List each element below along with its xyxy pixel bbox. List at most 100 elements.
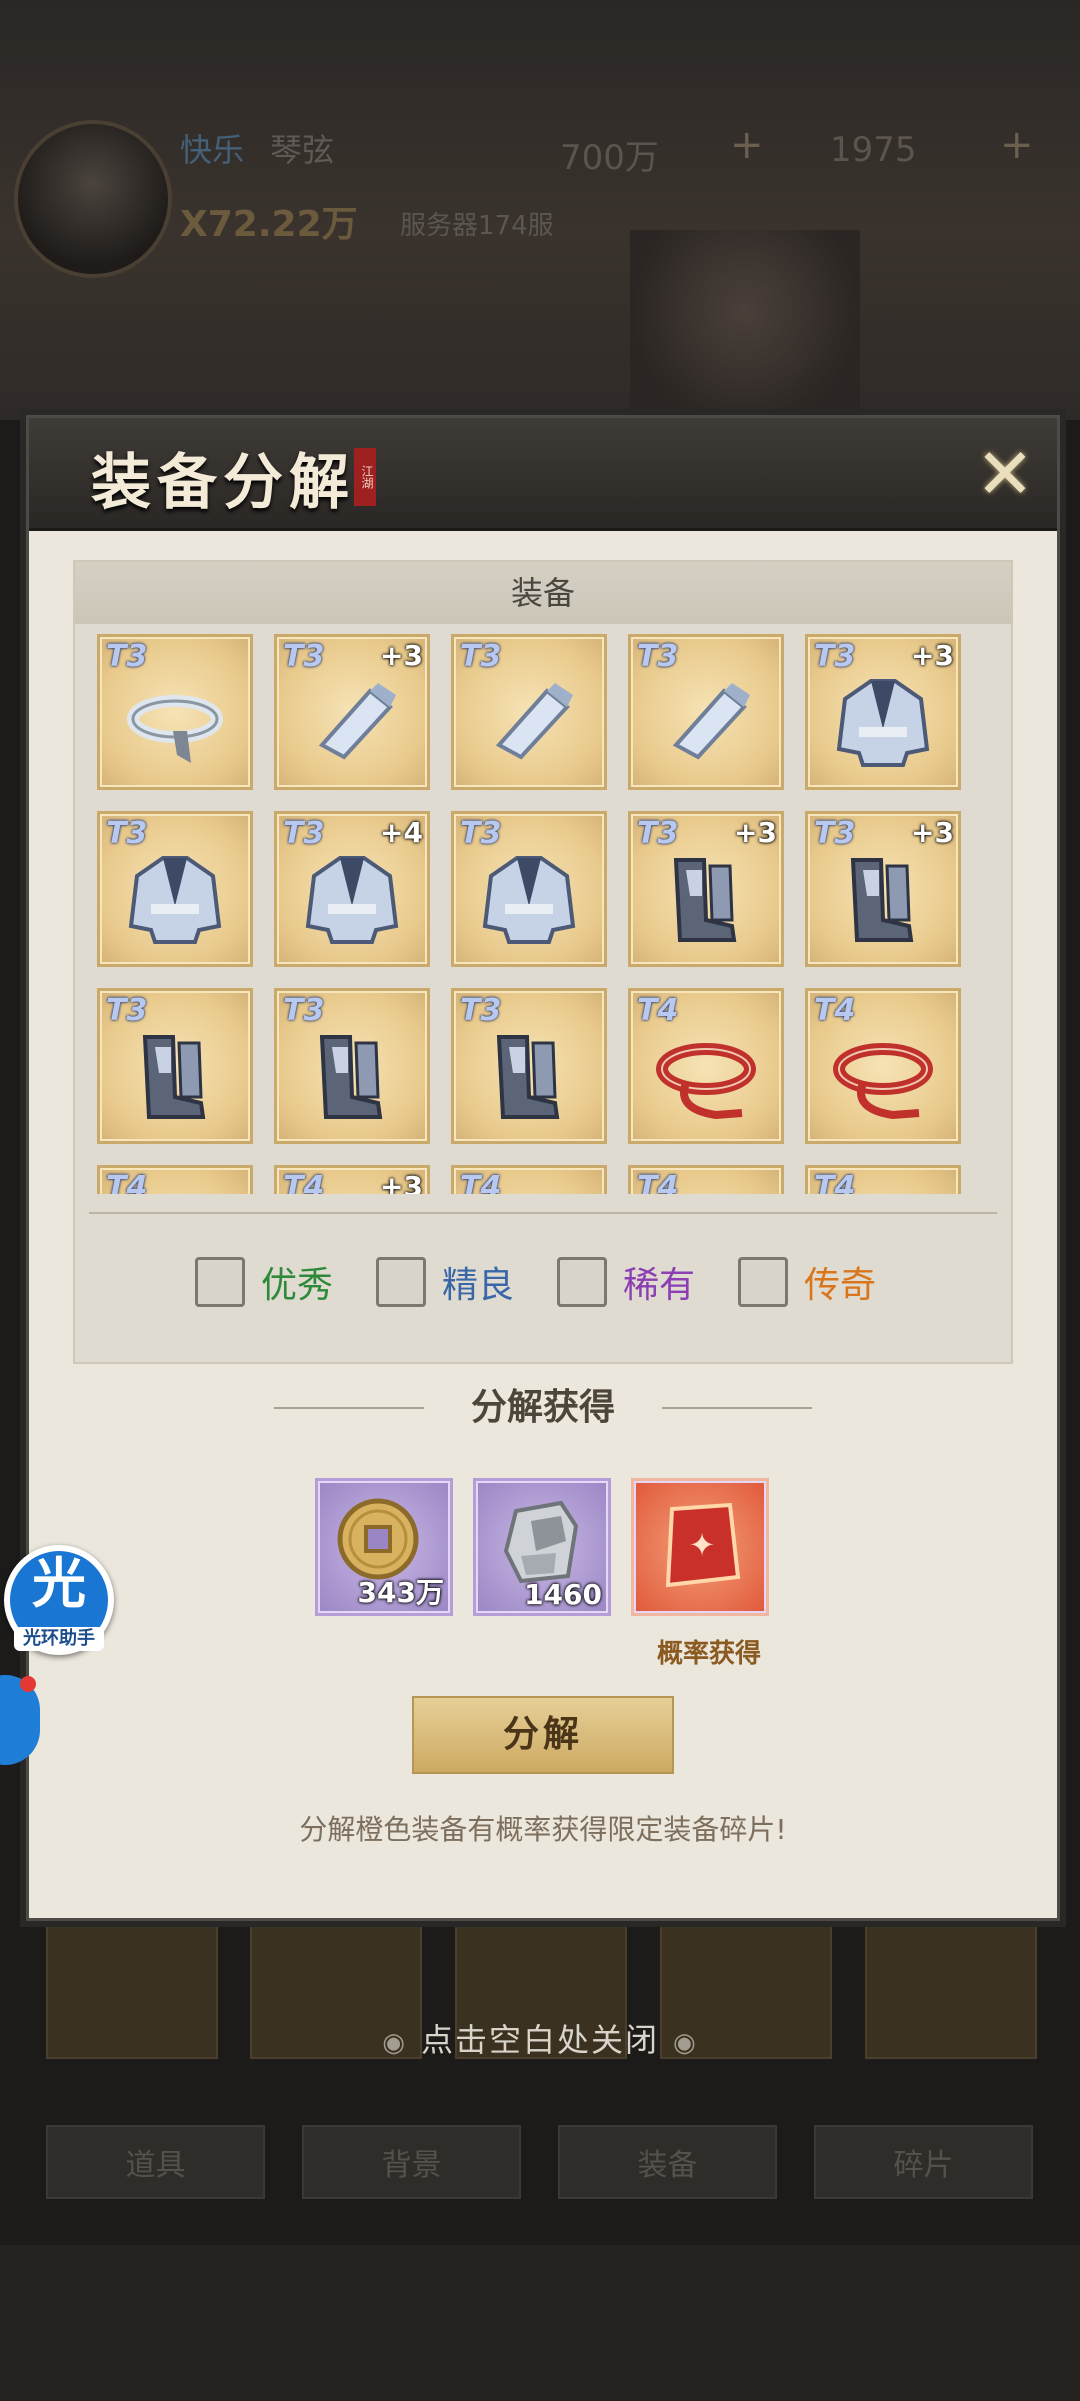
coin-amount: 700万 (560, 138, 659, 178)
equipment-slot[interactable]: T4 (805, 988, 961, 1144)
player-avatar (14, 120, 172, 278)
enhance-level: +4 (380, 816, 423, 849)
equipment-slot[interactable]: T3 (97, 634, 253, 790)
filter-rare[interactable]: 稀有 (557, 1257, 695, 1307)
tier-label: T3 (814, 639, 856, 674)
tier-label: T3 (460, 639, 502, 674)
filter-label: 传奇 (804, 1265, 877, 1306)
helper-label: 光环助手 (14, 1627, 104, 1651)
equipment-slot[interactable]: T4 (451, 1165, 607, 1194)
bg-tab-background: 背景 (302, 2125, 521, 2199)
tier-label: T4 (283, 1170, 325, 1194)
checkbox[interactable] (738, 1257, 788, 1307)
notification-dot (20, 1676, 36, 1692)
tier-label: T3 (283, 816, 325, 851)
boots-icon (142, 1035, 206, 1119)
equipment-slot[interactable]: T3 +4 (274, 811, 430, 967)
close-button[interactable]: ✕ (969, 438, 1041, 510)
equipment-slot[interactable]: T3 +3 (274, 634, 430, 790)
player-power: X72.22万 (180, 204, 358, 245)
equipment-slot[interactable]: T3 (451, 811, 607, 967)
filter-label: 精良 (442, 1265, 515, 1306)
robe-icon (482, 856, 576, 944)
dialog-title: 装备分解 (91, 448, 355, 518)
reward-qty: 1460 (524, 1578, 602, 1611)
enhance-level: +3 (380, 639, 423, 672)
equipment-slot[interactable]: T3 (628, 634, 784, 790)
equipment-slot[interactable]: T4 (805, 1165, 961, 1194)
robe-icon (305, 856, 399, 944)
equipment-slot[interactable]: T3 +3 (805, 811, 961, 967)
tier-label: T4 (814, 993, 856, 1028)
tier-label: T4 (637, 1170, 679, 1194)
tier-label: T4 (460, 1170, 502, 1194)
reward-iron-ore[interactable]: 1460 (473, 1478, 611, 1616)
checkbox[interactable] (195, 1257, 245, 1307)
tier-label: T3 (106, 639, 148, 674)
chance-label: 概率获得 (656, 1639, 761, 1669)
add-gem-icon: + (1000, 122, 1034, 168)
reward-fragment[interactable]: ✦ (631, 1478, 769, 1616)
tier-label: T3 (637, 639, 679, 674)
helper-float-button[interactable]: 光 光环助手 (4, 1545, 114, 1655)
bg-tab-items: 道具 (46, 2125, 265, 2199)
tier-label: T3 (283, 993, 325, 1028)
tier-label: T3 (460, 816, 502, 851)
bracer-icon (495, 683, 573, 760)
enhance-level: +3 (911, 639, 954, 672)
gem-amount: 1975 (830, 130, 917, 170)
equipment-slot[interactable]: T3 (97, 988, 253, 1144)
player-name: 琴弦 (270, 131, 335, 169)
reward-qty: 343万 (357, 1576, 444, 1609)
equipment-grid[interactable]: T3 T3 +3 T3 T3 T3 +3 T3 T3 +4 T3 T3 +3 T3 +3 T3 T3 T3 T4 T4… (75, 624, 1011, 1194)
tier-label: T4 (814, 1170, 856, 1194)
tier-label: T3 (106, 993, 148, 1028)
equipment-slot[interactable]: T4 +3 (274, 1165, 430, 1194)
equipment-slot[interactable]: T3 (451, 634, 607, 790)
equipment-panel: 装备 T3 T3 +3 T3 T3 T3 +3 T3 T3 +4 T3 T3 +3 T3 +3 T3 T3 T3 T… (73, 560, 1013, 1364)
seal-stamp: 江湖 (354, 448, 376, 506)
close-hint-text: 点击空白处关闭 (420, 2021, 659, 2059)
player-name-prefix: 快乐 (180, 131, 245, 169)
reward-copper-coin[interactable]: 343万 (315, 1478, 453, 1616)
equipment-slot[interactable]: T4 (97, 1165, 253, 1194)
decompose-button[interactable]: 分解 (412, 1696, 674, 1774)
equipment-slot[interactable]: T4 (628, 988, 784, 1144)
bracer-icon (672, 683, 750, 760)
filter-label: 稀有 (623, 1265, 696, 1306)
checkbox[interactable] (557, 1257, 607, 1307)
checkbox[interactable] (376, 1257, 426, 1307)
boots-icon (319, 1035, 383, 1119)
add-coin-icon: + (730, 122, 764, 168)
filter-fine[interactable]: 精良 (376, 1257, 514, 1307)
robe-icon (836, 679, 930, 767)
equipment-slot[interactable]: T3 +3 (805, 634, 961, 790)
bracer-icon (318, 683, 396, 760)
decompose-hint: 分解橙色装备有概率获得限定装备碎片! (299, 1813, 787, 1846)
tier-label: T3 (106, 816, 148, 851)
equipment-fragment-icon: ✦ (665, 1502, 741, 1588)
equipment-slot[interactable]: T4 (628, 1165, 784, 1194)
red-belt-icon (833, 1043, 933, 1120)
tier-label: T3 (460, 993, 502, 1028)
bottom-nav (0, 2245, 1080, 2401)
enhance-level: +3 (734, 816, 777, 849)
svg-text:✦: ✦ (689, 1526, 716, 1564)
background-character (630, 230, 860, 430)
equipment-slot[interactable]: T3 (451, 988, 607, 1144)
filter-legendary[interactable]: 传奇 (738, 1257, 876, 1307)
filter-excellent[interactable]: 优秀 (195, 1257, 333, 1307)
helper-char: 光 (32, 1552, 86, 1615)
decompose-dialog: 装备分解 江湖 ✕ 装备 T3 T3 +3 T3 T3 T3 +3 T3 T3 +4 T3 T3 +3 T… (26, 415, 1060, 1921)
tier-label: T4 (637, 993, 679, 1028)
equipment-slot[interactable]: T3 (97, 811, 253, 967)
equipment-slot[interactable]: T3 +3 (628, 811, 784, 967)
close-hint[interactable]: ◉ 点击空白处关闭 ◉ (0, 2015, 1080, 2061)
boots-icon (496, 1035, 560, 1119)
tier-label: T4 (106, 1170, 148, 1194)
hint-dot-right-icon: ◉ (673, 2028, 698, 2058)
red-belt-icon (656, 1043, 756, 1120)
equipment-slot[interactable]: T3 (274, 988, 430, 1144)
bg-tab-fragments: 碎片 (814, 2125, 1033, 2199)
boots-icon (850, 858, 914, 942)
